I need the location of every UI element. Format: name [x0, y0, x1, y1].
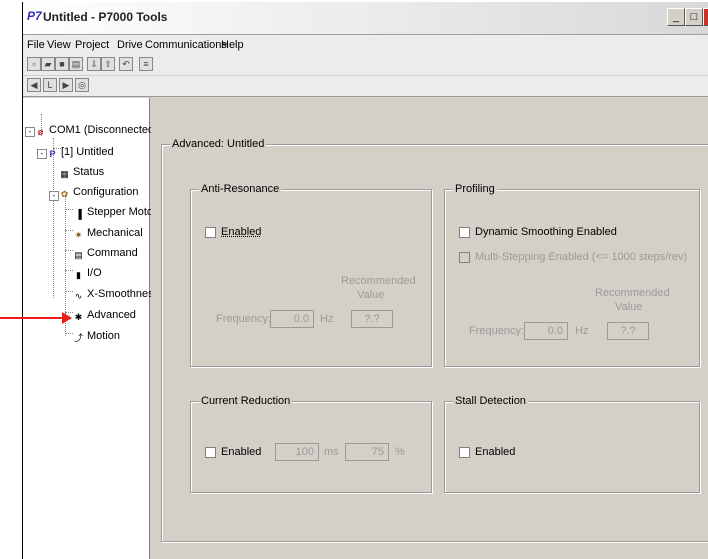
advanced-panel: Advanced: Untitled Anti-Resonance Enable…	[151, 98, 708, 559]
disconnected-icon: ø	[37, 127, 44, 137]
app-icon: P7	[27, 9, 42, 23]
tree-item-io[interactable]: ▮ I/O	[73, 267, 102, 281]
status-icon: ▦	[60, 169, 69, 179]
close-button[interactable]	[703, 8, 708, 26]
window-title: Untitled - P7000 Tools	[43, 10, 168, 24]
stall-detection-enabled-label: Enabled	[475, 446, 516, 458]
save-icon[interactable]: ■	[55, 57, 69, 71]
tree-item-advanced[interactable]: ✱ Advanced	[73, 309, 136, 323]
tree-item-com1[interactable]: ø COM1 (Disconnected)	[35, 124, 158, 138]
motor-icon: ▐	[75, 209, 82, 219]
menu-view[interactable]: View	[47, 39, 71, 51]
ar-hz-unit: Hz	[320, 313, 334, 325]
jog-left-icon[interactable]: ◀	[27, 78, 41, 92]
stall-detection-enabled-checkbox[interactable]	[459, 447, 470, 458]
current-reduction-enabled-label: Enabled	[221, 446, 262, 458]
command-icon: ▤	[74, 250, 83, 260]
toolbar: ▫ ▰ ■ ▤ ⇩ ⇧ ↶ ≡	[23, 55, 708, 75]
motion-icon: ⤴	[73, 333, 83, 343]
current-reduction-pct-field[interactable]: 75	[345, 443, 389, 461]
ms-unit: ms	[324, 446, 339, 458]
collapse-configuration-icon[interactable]: -	[49, 191, 59, 201]
tree-item-motion[interactable]: ⤴ Motion	[73, 330, 120, 344]
annotation-arrow-line	[0, 317, 64, 319]
pf-value-label: Value	[615, 301, 643, 313]
motion-toolbar: ◀ L ▶ ◎	[23, 76, 708, 97]
ar-recommended-field: ?.?	[351, 310, 393, 328]
gear-icon: ✷	[74, 230, 83, 240]
anti-resonance-group: Anti-Resonance Enabled Recommended Value…	[190, 183, 432, 367]
menu-help[interactable]: Help	[221, 39, 244, 51]
tree-item-stepper-motor[interactable]: ▐ Stepper Motor	[73, 206, 156, 220]
current-reduction-enabled-checkbox[interactable]	[205, 447, 216, 458]
connect-icon[interactable]: ≡	[139, 57, 153, 71]
print-icon[interactable]: ▤	[69, 57, 83, 71]
pf-recommended-label: Recommended	[595, 287, 670, 299]
tree-item-status[interactable]: ▦ Status	[59, 166, 104, 180]
minimize-button[interactable]: _	[667, 8, 685, 26]
ar-value-label: Value	[357, 289, 385, 301]
collapse-com1-icon[interactable]: -	[25, 127, 35, 137]
menu-bar: File View Project Drive Communications H…	[23, 35, 708, 55]
multi-stepping-label: Multi-Stepping Enabled (<= 1000 steps/re…	[475, 251, 688, 263]
annotation-arrow-icon	[62, 312, 72, 324]
drive-icon: P	[49, 149, 56, 159]
open-folder-icon[interactable]: ▰	[41, 57, 55, 71]
io-icon: ▮	[76, 270, 81, 280]
ar-frequency-label: Frequency:	[216, 313, 272, 325]
stop-icon[interactable]: ◎	[75, 78, 89, 92]
profiling-group: Profiling Dynamic Smoothing Enabled Mult…	[444, 183, 700, 367]
ar-recommended-label: Recommended	[341, 275, 416, 287]
stall-detection-group: Stall Detection Enabled	[444, 395, 700, 493]
menu-file[interactable]: File	[27, 39, 45, 51]
menu-drive[interactable]: Drive	[117, 39, 143, 51]
download-icon[interactable]: ⇩	[87, 57, 101, 71]
anti-resonance-enabled-label: Enabled	[221, 226, 262, 238]
pct-unit: %	[395, 446, 405, 458]
waveform-icon: ∿	[74, 291, 83, 301]
advanced-group: Advanced: Untitled Anti-Resonance Enable…	[161, 138, 708, 542]
tree-item-command[interactable]: ▤ Command	[73, 247, 138, 261]
tree-item-project[interactable]: P [1] Untitled	[47, 146, 113, 160]
new-file-icon[interactable]: ▫	[27, 57, 41, 71]
multi-stepping-checkbox[interactable]	[459, 252, 470, 263]
pf-recommended-field: ?.?	[607, 322, 649, 340]
anti-resonance-title: Anti-Resonance	[199, 183, 282, 195]
tree-item-x-smoothness[interactable]: ∿ X-Smoothness	[73, 288, 159, 302]
pf-frequency-label: Frequency:	[469, 325, 525, 337]
maximize-button[interactable]: □	[685, 8, 703, 26]
jog-right-icon[interactable]: ▶	[59, 78, 73, 92]
current-reduction-group: Current Reduction Enabled 100 ms 75 %	[190, 395, 432, 493]
menu-project[interactable]: Project	[75, 39, 109, 51]
title-bar: P7 Untitled - P7000 Tools _ □	[23, 2, 708, 35]
tree-item-configuration[interactable]: ✿ Configuration	[59, 186, 139, 200]
current-reduction-title: Current Reduction	[199, 395, 293, 407]
current-reduction-ms-field[interactable]: 100	[275, 443, 319, 461]
pf-hz-unit: Hz	[575, 325, 589, 337]
limit-icon[interactable]: L	[43, 78, 57, 92]
anti-resonance-enabled-checkbox[interactable]	[205, 227, 216, 238]
stall-detection-title: Stall Detection	[453, 395, 528, 407]
project-tree: - ø COM1 (Disconnected) - P [1] Untitled ▦…	[23, 98, 159, 559]
pf-frequency-field[interactable]: 0.0	[524, 322, 568, 340]
undo-icon[interactable]: ↶	[119, 57, 133, 71]
menu-communications[interactable]: Communications	[145, 39, 227, 51]
app-window: P7 Untitled - P7000 Tools _ □ File View …	[22, 2, 708, 559]
collapse-project-icon[interactable]: -	[37, 149, 47, 159]
dynamic-smoothing-label: Dynamic Smoothing Enabled	[475, 226, 617, 238]
ar-frequency-field[interactable]: 0.0	[270, 310, 314, 328]
profiling-title: Profiling	[453, 183, 497, 195]
panel-title: Advanced: Untitled	[170, 138, 267, 150]
configuration-icon: ✿	[60, 189, 69, 199]
dynamic-smoothing-checkbox[interactable]	[459, 227, 470, 238]
tree-item-mechanical[interactable]: ✷ Mechanical	[73, 227, 143, 241]
upload-icon[interactable]: ⇧	[101, 57, 115, 71]
advanced-icon: ✱	[74, 312, 83, 322]
